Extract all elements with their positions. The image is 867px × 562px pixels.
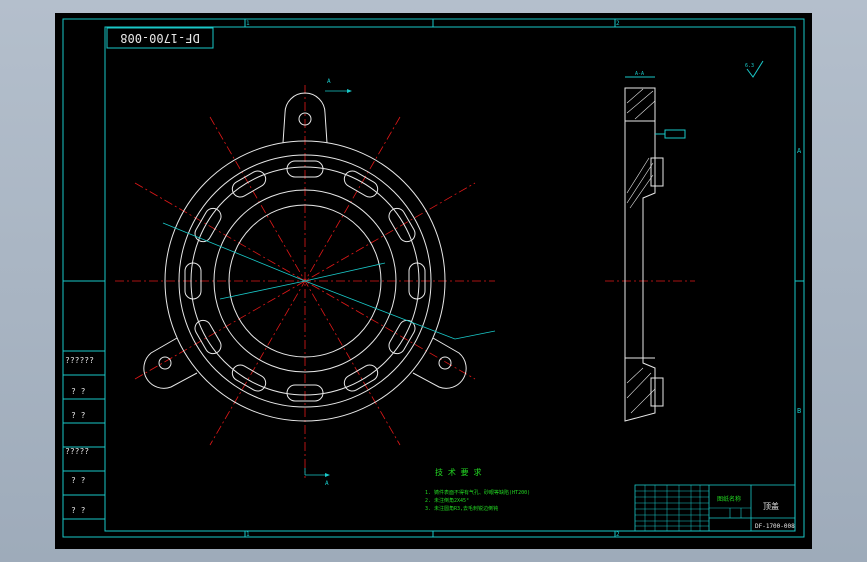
tech-item: 1. 铸件表面不得有气孔、砂眼等缺陷(HT200) <box>425 489 530 496</box>
left-panel: ?????? ? ? ? ? ????? ? ? ? ? <box>63 350 106 531</box>
left-panel-row: ?????? <box>65 356 94 365</box>
left-panel-row: ? ? <box>71 506 86 515</box>
svg-text:6.3: 6.3 <box>745 63 754 69</box>
zone-number: 1 <box>246 531 250 538</box>
left-panel-row: ????? <box>65 447 89 456</box>
roughness-symbol: 6.3 <box>745 60 764 78</box>
section-view: A-A <box>605 71 695 422</box>
company-mark: 图纸名称 <box>717 495 741 503</box>
left-panel-row: ? ? <box>71 411 86 420</box>
tech-item: 3. 未注圆角R3,去毛刺锐边倒钝 <box>425 505 498 512</box>
drawing-number: DF-1700-008 <box>120 31 199 45</box>
front-view: A A <box>115 78 496 487</box>
title-block-number: DF-1700-008 <box>755 523 795 530</box>
drawing-canvas: 1 2 1 2 A B DF-1700-008 ?????? ? ? ? ? ?… <box>62 18 805 538</box>
zone-number: 2 <box>616 20 620 27</box>
tolerance-frame <box>664 129 686 139</box>
left-panel-row: ? ? <box>71 387 86 396</box>
left-panel-row: ? ? <box>71 476 86 485</box>
outer-frame <box>62 18 805 538</box>
zone-number: 1 <box>246 20 250 27</box>
inner-frame <box>104 26 796 532</box>
part-name: 顶盖 <box>763 501 779 511</box>
view-label-bottom: A <box>325 480 329 487</box>
section-label: A-A <box>635 71 644 77</box>
drawing-sheet[interactable]: 1 2 1 2 A B DF-1700-008 ?????? ? ? ? ? ?… <box>55 13 812 549</box>
zone-number: 2 <box>616 531 620 538</box>
tech-item: 2. 未注倒角2X45° <box>425 497 469 504</box>
tech-heading: 技 术 要 求 <box>435 467 481 477</box>
cad-viewport: 1 2 1 2 A B DF-1700-008 ?????? ? ? ? ? ?… <box>0 0 867 562</box>
title-block: 图纸名称 顶盖 DF-1700-008 <box>634 484 796 532</box>
zone-letter: A <box>797 147 802 155</box>
tech-requirements: 技 术 要 求 1. 铸件表面不得有气孔、砂眼等缺陷(HT200) 2. 未注倒… <box>425 467 530 512</box>
view-label-top: A <box>327 78 331 85</box>
zone-letter: B <box>797 407 801 415</box>
